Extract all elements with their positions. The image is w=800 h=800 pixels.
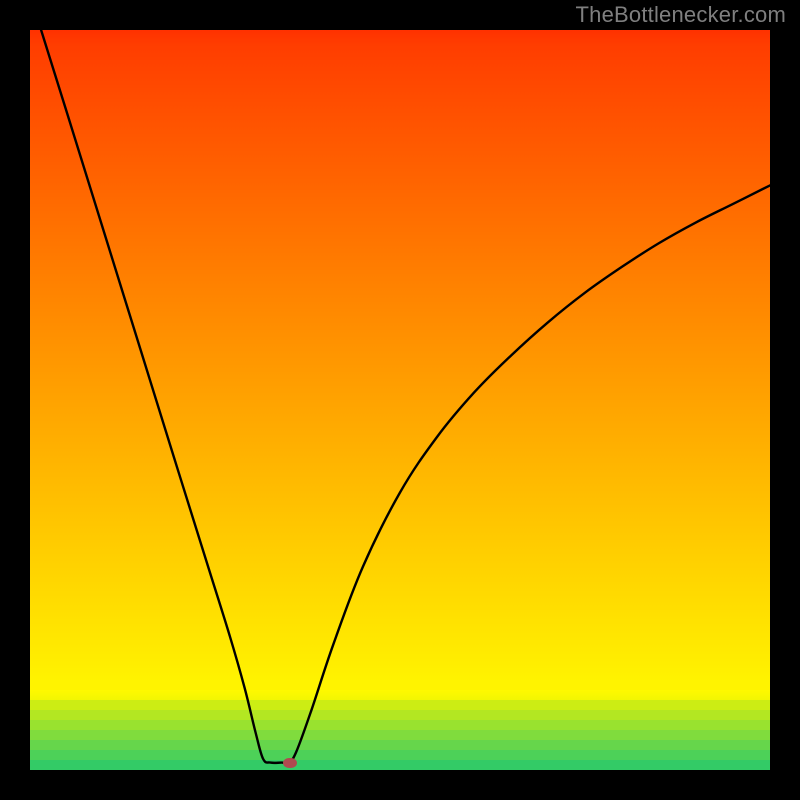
plot-area bbox=[30, 30, 770, 770]
bottleneck-curve bbox=[41, 30, 770, 763]
watermark-text: TheBottlenecker.com bbox=[576, 2, 786, 28]
chart-canvas: TheBottlenecker.com bbox=[0, 0, 800, 800]
curve-svg bbox=[30, 30, 770, 770]
current-config-marker-icon bbox=[283, 758, 297, 768]
